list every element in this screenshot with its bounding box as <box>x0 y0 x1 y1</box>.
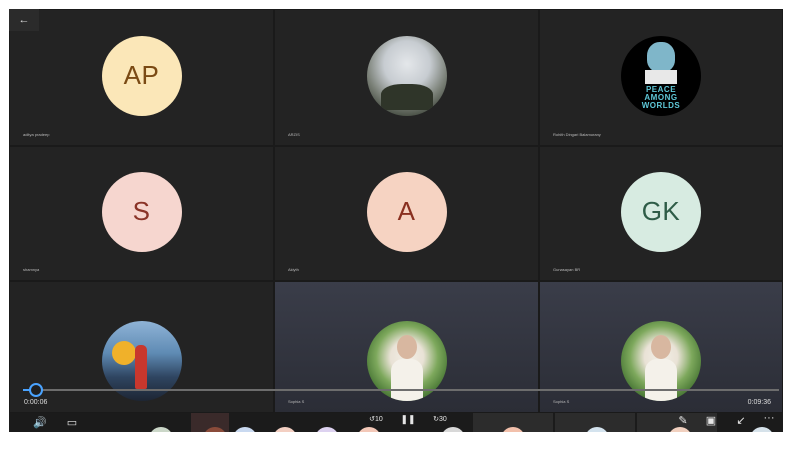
participant-name: Sophia S <box>288 399 305 404</box>
pen-icon: ✎ <box>678 414 688 427</box>
meeting-recording-player: AP aditya pradeep ARZIS PEACE AMONG WORL… <box>9 9 783 432</box>
participant-tile[interactable]: GK Gunasayan BR <box>539 146 783 281</box>
minimize-icon: ↙ <box>736 414 746 427</box>
umbrella-shape <box>111 341 136 365</box>
elapsed-time: 0:00:06 <box>24 399 48 406</box>
speaker-icon: 🔊 <box>33 416 47 429</box>
seek-bar[interactable] <box>23 389 779 391</box>
forward-30-button[interactable]: ↻ 30 <box>429 412 451 426</box>
seek-handle[interactable] <box>29 383 43 397</box>
participant-name: Sophia S <box>553 399 570 404</box>
participant-name: Gunasayan BR <box>553 267 581 272</box>
annotate-button[interactable]: ✎ <box>675 413 691 427</box>
avatar: S <box>101 171 182 252</box>
face-shape <box>396 335 417 359</box>
rewind-10-button[interactable]: ↺ 10 <box>365 412 387 426</box>
participant-name: Rohith Dingari Balamurany <box>553 132 601 137</box>
participant-name: shamnya <box>23 267 40 272</box>
rick-head-icon <box>647 41 675 72</box>
pause-button[interactable]: ❚❚ <box>399 412 417 426</box>
picture-in-picture-button[interactable]: ▣ <box>703 413 719 427</box>
participant-tile[interactable]: S shamnya <box>9 146 274 281</box>
more-options-button[interactable]: ··· <box>759 411 779 425</box>
forward-seconds: 30 <box>439 415 447 423</box>
captions-icon: ▭ <box>66 416 78 429</box>
participant-name: aditya pradeep <box>23 132 50 137</box>
more-icon: ··· <box>763 412 775 424</box>
rewind-seconds: 10 <box>375 415 383 423</box>
rick-coat-icon <box>645 69 677 84</box>
participant-tile[interactable]: Sophia S <box>539 281 783 413</box>
shirt-shape <box>645 359 677 401</box>
face-shape <box>651 335 671 359</box>
volume-button[interactable]: 🔊 <box>31 415 49 429</box>
participant-tile[interactable]: Sophia S <box>274 281 539 413</box>
participant-name: ARZIS <box>288 132 300 137</box>
captions-button[interactable]: ▭ <box>63 415 81 429</box>
participant-tile[interactable]: ARZIS <box>274 9 539 146</box>
participant-tile[interactable] <box>9 281 274 413</box>
participant-tile[interactable]: AP aditya pradeep <box>9 9 274 146</box>
participant-tile[interactable]: PEACE AMONG WORLDS Rohith Dingari Balamu… <box>539 9 783 146</box>
peace-among-worlds-art: PEACE AMONG WORLDS <box>641 84 681 110</box>
back-button[interactable]: ← <box>9 9 39 31</box>
back-arrow-icon: ← <box>18 14 30 26</box>
minimize-button[interactable]: ↙ <box>733 413 749 427</box>
avatar: A <box>366 171 447 252</box>
shirt-shape <box>390 359 423 401</box>
avatar: AP <box>101 35 182 116</box>
person-figure <box>134 345 147 389</box>
participant-name: Akiyth <box>288 267 299 272</box>
avatar: PEACE AMONG WORLDS <box>621 35 701 116</box>
pause-icon: ❚❚ <box>400 413 416 424</box>
avatar: GK <box>621 171 701 252</box>
total-duration: 0:09:36 <box>747 399 771 406</box>
participant-tile[interactable]: A Akiyth <box>274 146 539 281</box>
pip-icon: ▣ <box>705 414 717 427</box>
avatar <box>366 35 447 116</box>
mountain-silhouette <box>380 83 433 110</box>
